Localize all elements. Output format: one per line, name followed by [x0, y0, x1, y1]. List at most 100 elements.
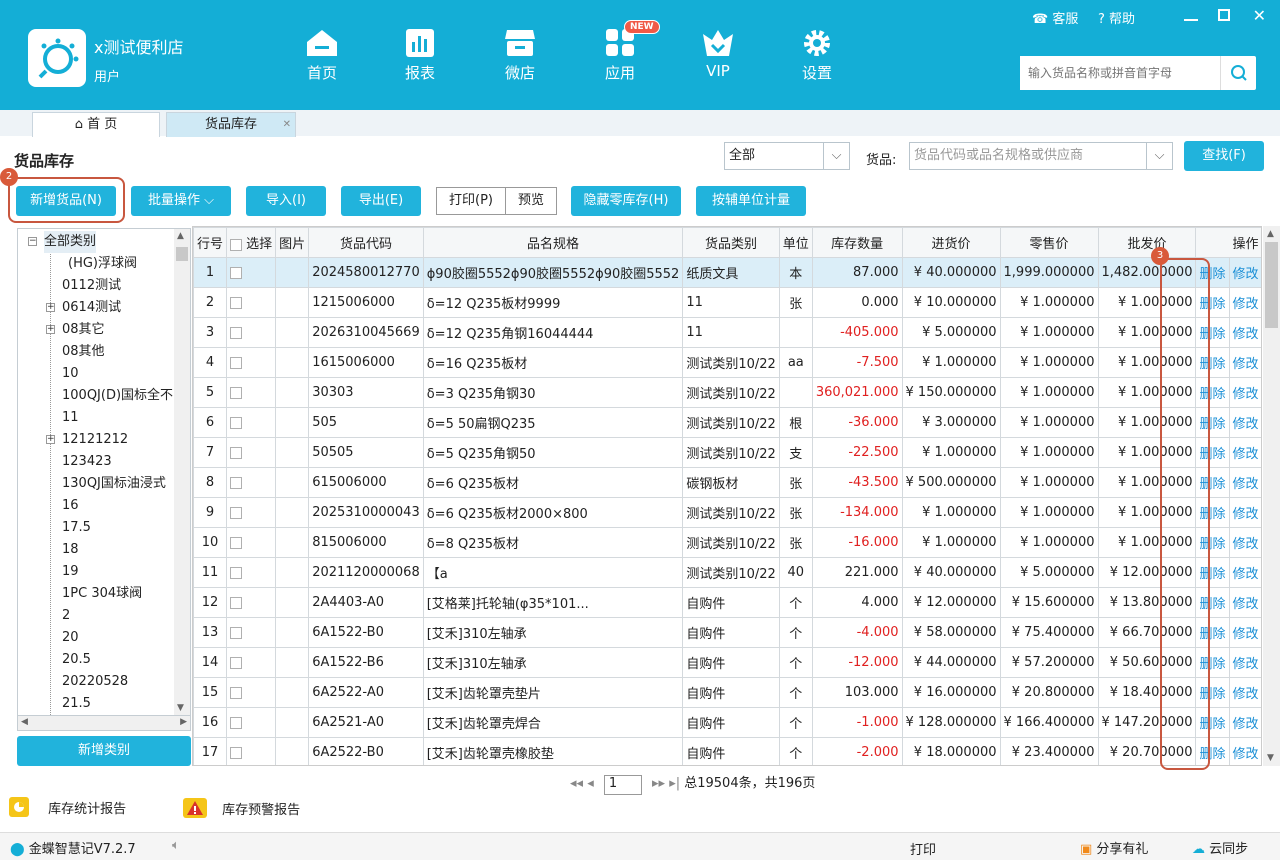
aux-unit-button[interactable]: 按辅单位计量	[696, 186, 806, 216]
expand-icon[interactable]: +	[46, 435, 55, 444]
row-checkbox[interactable]	[230, 746, 243, 759]
scroll-up-icon[interactable]: ▲	[177, 231, 184, 241]
select-cell[interactable]	[226, 347, 277, 378]
tree-node[interactable]: 20.5	[62, 649, 91, 671]
table-row[interactable]: 5 30303 δ=3 Q235角钢30 测试类别10/22 360,021.000 ¥ …	[193, 377, 1261, 408]
edit-link[interactable]: 修改	[1228, 317, 1261, 348]
table-row[interactable]: 13 6A1522-B0 [艾禾]310左轴承 自购件个 -4.000 ¥ 58.0000…	[193, 617, 1261, 648]
tree-node[interactable]: 11	[62, 407, 79, 429]
tree-hscrollbar[interactable]: ◀ ▶	[17, 715, 191, 731]
goods-search-field[interactable]: 货品代码或品名规格或供应商 ⌵	[909, 142, 1173, 170]
select-cell[interactable]	[226, 317, 277, 348]
close-tab-icon[interactable]: ✕	[283, 113, 291, 137]
scroll-thumb[interactable]	[176, 247, 188, 261]
tree-node[interactable]: 18	[62, 539, 79, 561]
table-row[interactable]: 1 2024580012770 ϕ90胶圈5552ϕ90胶圈5552ϕ90胶圈555…	[193, 257, 1261, 288]
edit-link[interactable]: 修改	[1228, 437, 1261, 468]
search-input[interactable]	[1020, 56, 1216, 90]
nav-report[interactable]: 报表	[390, 28, 450, 83]
select-cell[interactable]	[226, 557, 277, 588]
select-cell[interactable]	[226, 467, 277, 498]
print-button[interactable]: 打印(P)	[436, 187, 506, 215]
export-button[interactable]: 导出(E)	[341, 186, 421, 216]
tab-home[interactable]: ⌂ 首 页	[32, 112, 160, 137]
edit-link[interactable]: 修改	[1228, 347, 1261, 378]
collapse-icon[interactable]: −	[28, 237, 37, 246]
search-button[interactable]	[1220, 56, 1256, 90]
select-cell[interactable]	[226, 257, 277, 288]
edit-link[interactable]: 修改	[1228, 257, 1261, 288]
tree-node[interactable]: 16	[62, 495, 79, 517]
select-cell[interactable]	[226, 647, 277, 678]
edit-link[interactable]: 修改	[1228, 467, 1261, 498]
row-checkbox[interactable]	[230, 566, 243, 579]
import-button[interactable]: 导入(I)	[246, 186, 326, 216]
status-print[interactable]: 打印	[910, 839, 936, 858]
find-button[interactable]: 查找(F)	[1184, 141, 1264, 171]
add-category-button[interactable]: 新增类别	[17, 736, 191, 766]
tree-node[interactable]: 12121212	[62, 429, 128, 451]
scroll-down-icon[interactable]: ▼	[1267, 753, 1274, 763]
close-button[interactable]: ✕	[1253, 6, 1266, 25]
row-checkbox[interactable]	[230, 656, 243, 669]
tree-node[interactable]: 1PC 304球阀	[62, 583, 142, 605]
edit-link[interactable]: 修改	[1228, 707, 1261, 738]
table-row[interactable]: 7 50505 δ=5 Q235角钢50 测试类别10/22 支 -22.500 ¥ 1.0…	[193, 437, 1261, 468]
row-checkbox[interactable]	[230, 716, 243, 729]
scroll-up-icon[interactable]: ▲	[1267, 229, 1274, 239]
table-row[interactable]: 14 6A1522-B6 [艾禾]310左轴承 自购件个 -12.000 ¥ 44.000…	[193, 647, 1261, 678]
batch-ops-button[interactable]: 批量操作 ⌵	[131, 186, 231, 216]
select-cell[interactable]	[226, 287, 277, 318]
edit-link[interactable]: 修改	[1228, 377, 1261, 408]
row-checkbox[interactable]	[230, 506, 243, 519]
edit-link[interactable]: 修改	[1228, 287, 1261, 318]
nav-settings[interactable]: 设置	[787, 28, 847, 83]
row-checkbox[interactable]	[230, 356, 243, 369]
expand-icon[interactable]: +	[46, 303, 55, 312]
tree-node[interactable]: 10	[62, 363, 79, 385]
tree-node[interactable]: 123423	[62, 451, 112, 473]
select-cell[interactable]	[226, 377, 277, 408]
tree-node[interactable]: 08其他	[62, 341, 105, 363]
table-row[interactable]: 11 2021120000068 【a 测试类别10/22 40 221.000 ¥ 40.…	[193, 557, 1261, 588]
row-checkbox[interactable]	[230, 536, 243, 549]
tree-node[interactable]: 17.5	[62, 517, 91, 539]
row-checkbox[interactable]	[230, 266, 243, 279]
table-row[interactable]: 16 6A2521-A0 [艾禾]齿轮罩壳焊合 自购件个 -1.000 ¥ 128.000…	[193, 707, 1261, 738]
minimize-button[interactable]	[1184, 13, 1199, 21]
row-checkbox[interactable]	[230, 626, 243, 639]
expand-icon[interactable]: +	[46, 325, 55, 334]
scroll-thumb[interactable]	[1265, 242, 1278, 328]
table-scrollbar[interactable]: ▲ ▼	[1263, 226, 1280, 766]
last-page-button[interactable]: ▸|	[669, 776, 684, 791]
edit-link[interactable]: 修改	[1228, 587, 1261, 618]
next-page-button[interactable]: ▸▸	[652, 776, 669, 791]
tree-node[interactable]: 21.5	[62, 693, 91, 715]
edit-link[interactable]: 修改	[1228, 677, 1261, 708]
select-cell[interactable]	[226, 737, 277, 765]
speaker-icon[interactable]: 🔈︎	[172, 838, 180, 853]
table-row[interactable]: 8 615006000 δ=6 Q235板材 碳钢板材张 -43.500 ¥ 500.00…	[193, 467, 1261, 498]
select-cell[interactable]	[226, 677, 277, 708]
row-checkbox[interactable]	[230, 296, 243, 309]
nav-vip[interactable]: VIP	[688, 28, 748, 80]
table-row[interactable]: 6 505 δ=5 50扁钢Q235 测试类别10/22 根 -36.000 ¥ 3.000…	[193, 407, 1261, 438]
select-cell[interactable]	[226, 707, 277, 738]
nav-apps[interactable]: NEW 应用	[590, 20, 660, 83]
tree-node[interactable]: 20220528	[62, 671, 128, 693]
stock-stats-report[interactable]: 库存统计报告	[8, 796, 126, 818]
select-cell[interactable]	[226, 497, 277, 528]
table-row[interactable]: 2 1215006000 δ=12 Q235板材9999 11 张 0.000 ¥ 10.0…	[193, 287, 1261, 318]
page-input[interactable]: 1	[603, 775, 642, 795]
scroll-left-icon[interactable]: ◀	[21, 717, 28, 727]
tree-node[interactable]: 130QJ国标油浸式	[62, 473, 166, 495]
table-row[interactable]: 15 6A2522-A0 [艾禾]齿轮罩壳垫片 自购件个 103.000 ¥ 16.000…	[193, 677, 1261, 708]
edit-link[interactable]: 修改	[1228, 527, 1261, 558]
maximize-button[interactable]	[1218, 9, 1231, 21]
tab-inventory[interactable]: 货品库存 ✕	[166, 112, 296, 137]
row-checkbox[interactable]	[230, 446, 243, 459]
table-row[interactable]: 10 815006000 δ=8 Q235板材 测试类别10/22 张 -16.000 ¥ …	[193, 527, 1261, 558]
select-cell[interactable]	[226, 587, 277, 618]
service-link[interactable]: ☎ 客服	[1032, 8, 1078, 27]
tree-node[interactable]: 08其它	[62, 319, 105, 341]
